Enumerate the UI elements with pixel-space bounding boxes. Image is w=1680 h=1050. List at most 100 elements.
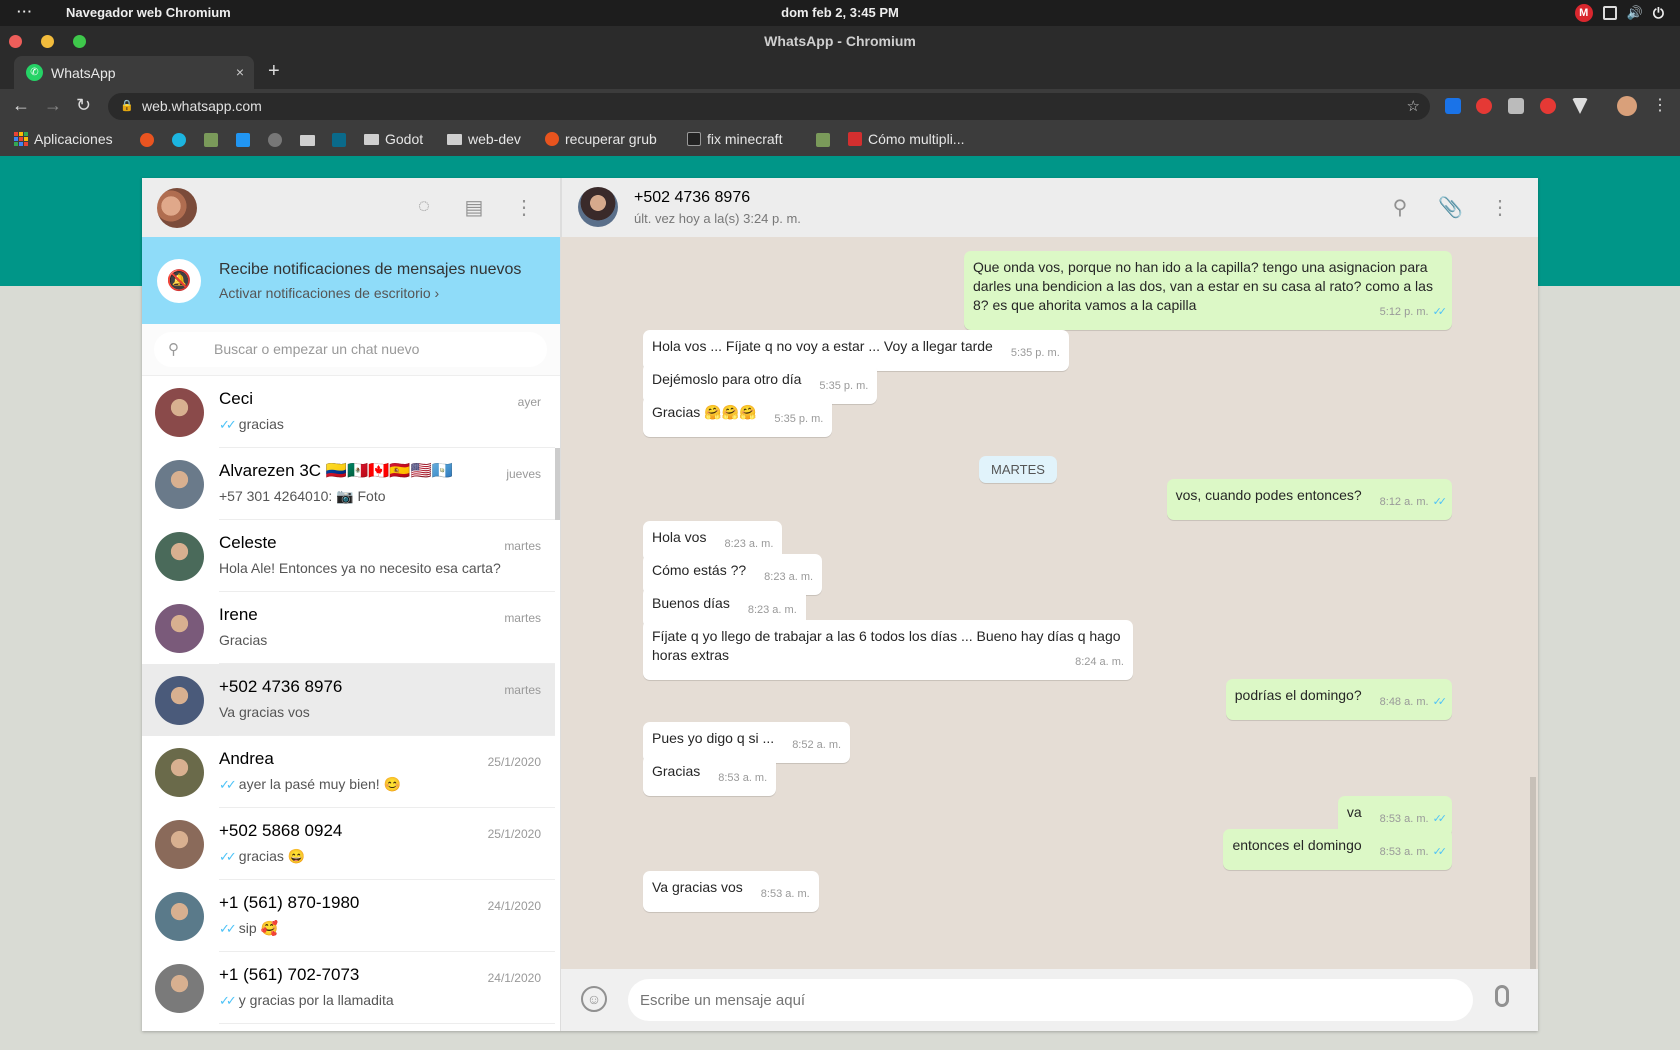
- circle-bookmark-icon[interactable]: [172, 133, 186, 147]
- power-icon[interactable]: ⏻: [1653, 5, 1664, 22]
- folder-icon[interactable]: [300, 135, 315, 146]
- bookmark-label: fix minecraft: [707, 131, 783, 147]
- extension-drive-icon[interactable]: [1445, 98, 1461, 114]
- new-chat-icon[interactable]: ▤: [462, 195, 486, 220]
- bookmark-apps[interactable]: Aplicaciones: [14, 131, 113, 147]
- message-time-text: 8:53 a. m.: [1379, 846, 1429, 858]
- bookmark-recuperar-grub[interactable]: recuperar grub: [545, 131, 657, 147]
- status-icon[interactable]: ◌: [412, 195, 436, 220]
- chat-name: Ceci: [219, 389, 254, 408]
- chat-list-item[interactable]: Ceci ayer ✓✓ gracias: [142, 376, 555, 448]
- search-input[interactable]: ⚲ Buscar o empezar un chat nuevo: [154, 332, 547, 367]
- message-text: Fíjate q yo llego de trabajar a las 6 to…: [652, 628, 1121, 663]
- tab-whatsapp[interactable]: ✆ WhatsApp ×: [14, 56, 254, 89]
- chat-list-item[interactable]: +1 (561) 870-1980 24/1/2020 ✓✓ sip 🥰: [142, 880, 555, 952]
- chat-list-item[interactable]: Celeste martes Hola Ale! Entonces ya no ne…: [142, 520, 555, 592]
- chrome-menu-icon[interactable]: ⋮: [1652, 95, 1668, 115]
- bookmark-como-multiplicar[interactable]: Cómo multipli...: [848, 131, 964, 147]
- conversation-header[interactable]: +502 4736 8976 últ. vez hoy a la(s) 3:24…: [561, 178, 1538, 237]
- conversation-actions: ⚲ 📎 ⋮: [1388, 195, 1512, 220]
- incoming-message[interactable]: Va gracias vos 8:53 a. m.: [643, 871, 819, 912]
- emoji-icon[interactable]: ☺: [581, 986, 607, 1012]
- message-time-text: 8:23 a. m.: [747, 604, 797, 616]
- chat-time: martes: [504, 611, 541, 625]
- address-bar[interactable]: 🔒 web.whatsapp.com ☆: [108, 93, 1430, 120]
- chat-name: +502 4736 8976: [219, 677, 343, 696]
- chat-name: Andrea: [219, 749, 274, 768]
- reload-icon[interactable]: ↻: [76, 95, 91, 116]
- menu-dots-icon[interactable]: ⋮: [512, 195, 536, 220]
- camera-extension-icon[interactable]: [1508, 98, 1524, 114]
- incoming-message[interactable]: Gracias 8:53 a. m.: [643, 755, 777, 796]
- message-time-text: 5:35 p. m.: [1010, 347, 1060, 359]
- message-text: Gracias: [652, 763, 701, 779]
- bookmark-fix-minecraft[interactable]: fix minecraft: [687, 131, 782, 147]
- ubuntu-bookmark-icon[interactable]: [140, 133, 154, 147]
- microphone-icon[interactable]: [1495, 985, 1509, 1007]
- incoming-message[interactable]: Gracias 🤗🤗🤗 5:35 p. m.: [643, 396, 833, 437]
- maximize-window-button[interactable]: [73, 35, 86, 48]
- message-time: 8:53 a. m.: [718, 769, 767, 788]
- forward-arrow-icon[interactable]: →: [44, 95, 62, 116]
- chat-preview-text: gracias: [238, 416, 284, 432]
- bookmark-label: recuperar grub: [565, 131, 657, 147]
- minimize-window-button[interactable]: [41, 35, 54, 48]
- back-arrow-icon[interactable]: ←: [12, 95, 30, 116]
- notification-link[interactable]: Activar notificaciones de escritorio ›: [219, 285, 439, 301]
- cube-bookmark-icon[interactable]: [236, 133, 250, 147]
- close-tab-icon[interactable]: ×: [236, 64, 244, 80]
- incoming-message[interactable]: Fíjate q yo llego de trabajar a las 6 to…: [643, 620, 1133, 680]
- close-window-button[interactable]: [9, 35, 22, 48]
- chat-name: Celeste: [219, 533, 277, 552]
- vue-devtools-icon[interactable]: [1572, 98, 1588, 114]
- contact-avatar[interactable]: [578, 187, 618, 227]
- read-receipt-icon: ✓✓: [1432, 846, 1448, 858]
- volume-icon[interactable]: 🔊: [1627, 5, 1643, 21]
- outgoing-message[interactable]: podrías el domingo? 8:48 a. m. ✓✓: [1225, 679, 1452, 720]
- os-top-bar: ··· Navegador web Chromium dom feb 2, 3:…: [0, 0, 1680, 26]
- profile-avatar[interactable]: [1617, 96, 1637, 116]
- bookmark-godot[interactable]: Godot: [364, 131, 423, 147]
- chat-time: jueves: [506, 467, 541, 481]
- search-icon[interactable]: ⚲: [1388, 195, 1412, 220]
- chat-list-item[interactable]: Alvarezen 3C 🇨🇴🇲🇽🇨🇦🇪🇸🇺🇸🇬🇹 jueves +57 301 4…: [142, 448, 555, 520]
- outgoing-message[interactable]: entonces el domingo 8:53 a. m. ✓✓: [1223, 829, 1452, 870]
- chat-list-item[interactable]: +1 (561) 702-7073 24/1/2020 ✓✓ y gracias po…: [142, 952, 555, 1024]
- attach-clip-icon[interactable]: 📎: [1438, 195, 1463, 220]
- notification-banner[interactable]: 🔕 Recibe notificaciones de mensajes nuev…: [142, 237, 560, 324]
- message-time-text: 8:23 a. m.: [764, 571, 814, 583]
- bookmark-label: Godot: [385, 131, 424, 147]
- contact-avatar: [155, 748, 204, 797]
- book-bookmark-icon[interactable]: [332, 133, 346, 147]
- blocker-extension-icon[interactable]: [1540, 98, 1556, 114]
- chat-list-item[interactable]: +502 5868 0924 25/1/2020 ✓✓ gracias 😄: [142, 808, 555, 880]
- message-scrollbar[interactable]: [1530, 777, 1536, 969]
- outgoing-message[interactable]: Que onda vos, porque no han ido a la cap…: [964, 251, 1452, 330]
- my-profile-avatar[interactable]: [157, 188, 197, 228]
- message-area[interactable]: MARTES Que onda vos, porque no han ido a…: [561, 237, 1538, 969]
- system-clock[interactable]: dom feb 2, 3:45 PM: [0, 5, 1680, 20]
- chat-list-item[interactable]: +502 4736 8976 martes Va gracias vos: [142, 664, 555, 736]
- message-text: Va gracias vos: [652, 879, 743, 895]
- new-tab-button[interactable]: +: [268, 60, 280, 83]
- lock-icon[interactable]: 🔒: [120, 93, 134, 120]
- bookmark-web-dev[interactable]: web-dev: [447, 131, 521, 147]
- screen-icon[interactable]: [1602, 6, 1617, 20]
- chat-preview-text: Va gracias vos: [219, 704, 310, 720]
- chat-name: +1 (561) 702-7073: [219, 965, 360, 984]
- message-input[interactable]: [628, 979, 1473, 1021]
- chat-name: +502 5868 0924: [219, 821, 343, 840]
- outgoing-message[interactable]: vos, cuando podes entonces? 8:12 a. m. ✓✓: [1166, 479, 1452, 520]
- bookmark-star-icon[interactable]: ☆: [1407, 93, 1420, 120]
- mega-icon[interactable]: M: [1574, 4, 1593, 22]
- gear-bookmark-icon[interactable]: [268, 133, 282, 147]
- chat-list-item[interactable]: Irene martes Gracias: [142, 592, 555, 664]
- message-time-text: 8:48 a. m.: [1379, 696, 1429, 708]
- menu-dots-icon[interactable]: ⋮: [1488, 195, 1512, 220]
- read-receipt-icon: ✓✓: [1432, 813, 1448, 825]
- tree-bookmark-icon[interactable]: [204, 133, 218, 147]
- message-time-text: 8:24 a. m.: [1075, 656, 1124, 668]
- chat-list-item[interactable]: Andrea 25/1/2020 ✓✓ ayer la pasé muy bien! …: [142, 736, 555, 808]
- tree-bookmark-icon[interactable]: [816, 133, 830, 147]
- adblock-plus-icon[interactable]: [1476, 98, 1492, 114]
